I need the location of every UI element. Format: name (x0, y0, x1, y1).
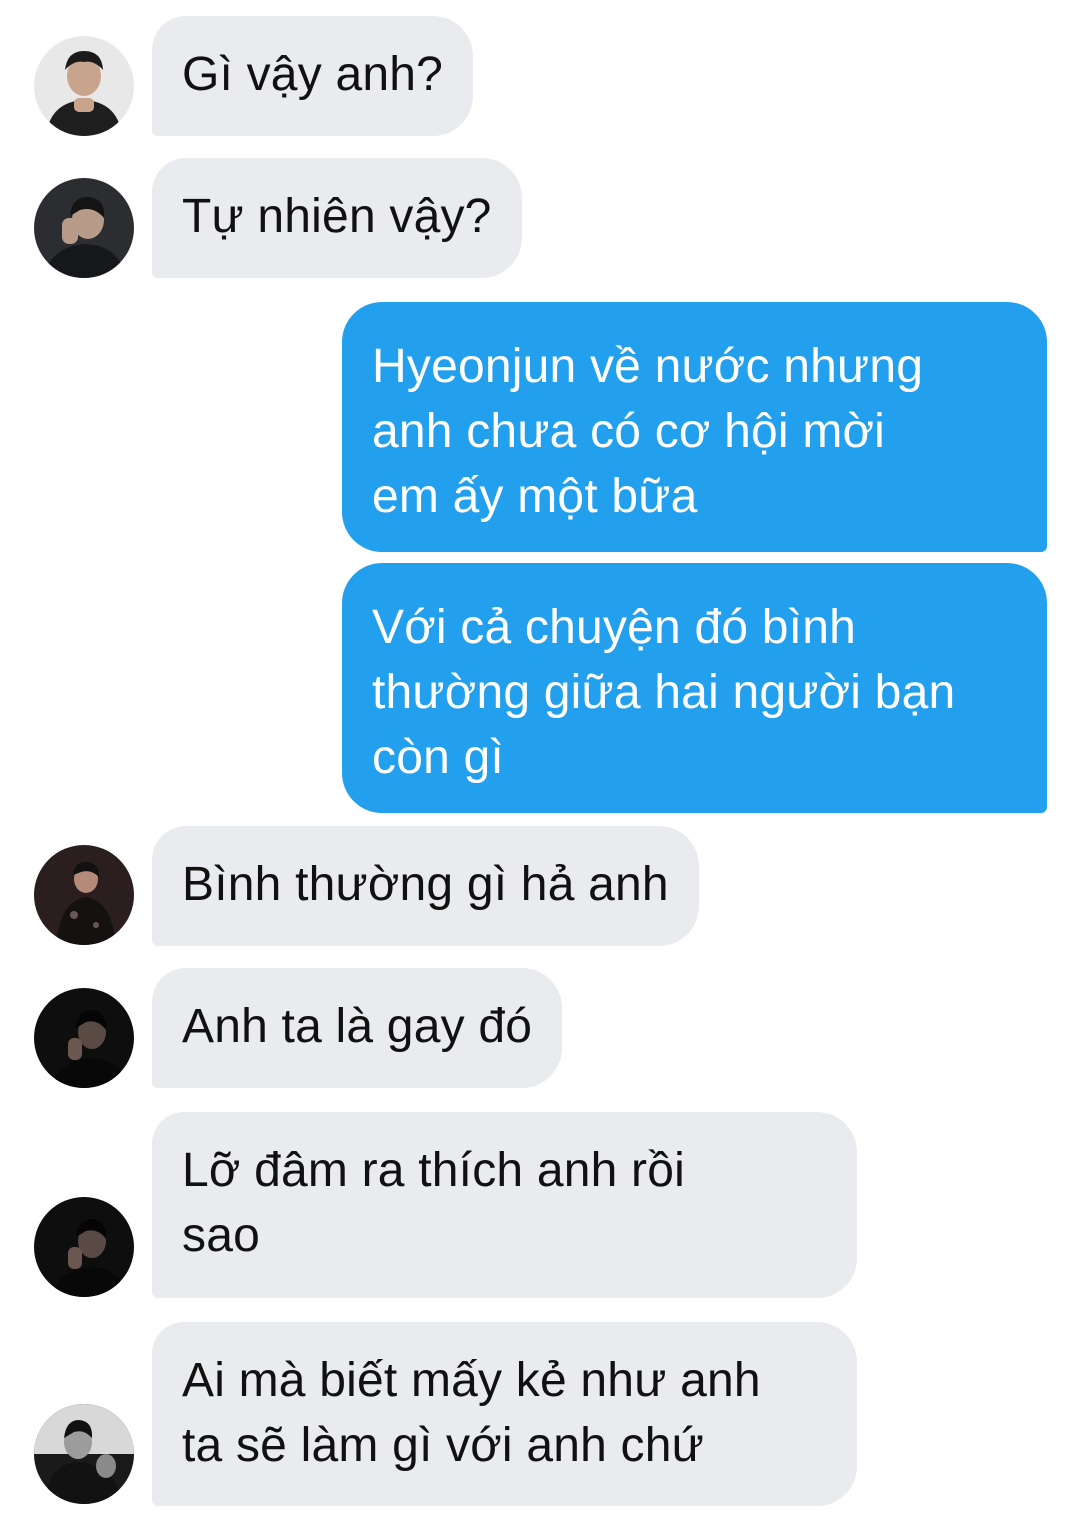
message-text: Ai mà biết mấy kẻ như anh (182, 1354, 761, 1407)
avatar[interactable] (34, 178, 134, 278)
avatar[interactable] (34, 1404, 134, 1504)
message-text: thường giữa hai người bạn (372, 666, 956, 719)
message-text: sao (182, 1209, 260, 1262)
avatar[interactable] (34, 36, 134, 136)
message-text: em ấy một bữa (372, 470, 698, 523)
message-text: Lỡ đâm ra thích anh rồi (182, 1144, 685, 1197)
message-text: Gì vậy anh? (182, 48, 444, 101)
message-text: Hyeonjun về nước nhưng (372, 340, 924, 393)
incoming-message-bubble[interactable]: Lỡ đâm ra thích anh rồi sao (152, 1112, 857, 1298)
chat-thread: Gì vậy anh? Tự nhiên vậy? Hyeonjun về nư… (0, 0, 1080, 1525)
message-text: Anh ta là gay đó (182, 1000, 533, 1053)
incoming-message-bubble[interactable]: Tự nhiên vậy? (152, 158, 522, 278)
incoming-message-bubble[interactable]: Ai mà biết mấy kẻ như anh ta sẽ làm gì v… (152, 1322, 857, 1506)
message-text: Với cả chuyện đó bình (372, 601, 856, 654)
avatar-photo-icon (34, 988, 134, 1088)
avatar[interactable] (34, 1197, 134, 1297)
outgoing-message-bubble[interactable]: Với cả chuyện đó bình thường giữa hai ng… (342, 563, 1047, 813)
avatar-photo-icon (34, 845, 134, 945)
avatar[interactable] (34, 988, 134, 1088)
message-text: còn gì (372, 731, 504, 784)
avatar-photo-icon (34, 178, 134, 278)
message-text: Tự nhiên vậy? (182, 190, 492, 243)
message-text: ta sẽ làm gì với anh chứ (182, 1419, 704, 1472)
avatar-photo-icon (34, 1197, 134, 1297)
incoming-message-bubble[interactable]: Gì vậy anh? (152, 16, 474, 136)
outgoing-message-bubble[interactable]: Hyeonjun về nước nhưng anh chưa có cơ hộ… (342, 302, 1047, 552)
incoming-message-bubble[interactable]: Anh ta là gay đó (152, 968, 563, 1088)
avatar[interactable] (34, 845, 134, 945)
message-text: Bình thường gì hả anh (182, 858, 669, 911)
incoming-message-bubble[interactable]: Bình thường gì hả anh (152, 826, 699, 946)
message-text: anh chưa có cơ hội mời (372, 405, 886, 458)
avatar-photo-icon (34, 36, 134, 136)
avatar-photo-icon (34, 1404, 134, 1504)
